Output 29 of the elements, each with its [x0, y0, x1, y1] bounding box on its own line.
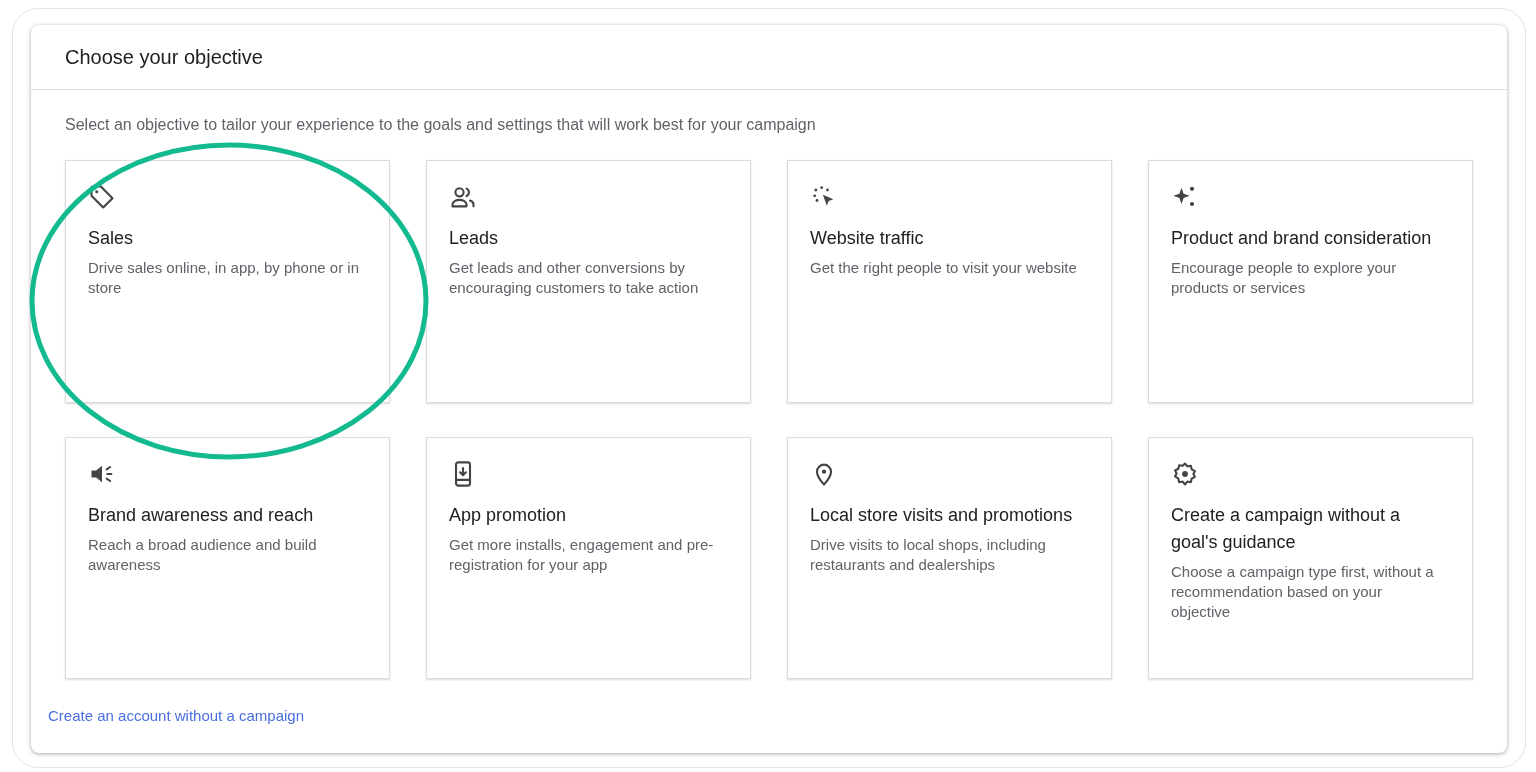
objective-title: Local store visits and promotions — [810, 504, 1074, 527]
objective-title: Website traffic — [810, 227, 925, 250]
objective-description: Drive sales online, in app, by phone or in store — [88, 258, 360, 298]
objective-card[interactable]: Leads Get leads and other conversions by encouraging customers to take action — [426, 160, 751, 403]
objective-description: Get the right people to visit your website — [810, 258, 1078, 278]
gear-icon — [1171, 460, 1199, 488]
panel-subtitle: Select an objective to tailor your experience to the goals and settings that will work best for your campaign — [65, 116, 817, 134]
objective-title: Brand awareness and reach — [88, 504, 315, 527]
objective-description: Get more installs, engagement and pre-registration for your app — [449, 535, 715, 575]
tag-icon — [88, 183, 116, 211]
panel-title: Choose your objective — [65, 45, 263, 69]
objective-card[interactable]: Brand awareness and reach Reach a broad audience and build awareness — [65, 437, 390, 679]
objective-description: Reach a broad audience and build awareness — [88, 535, 318, 575]
create-account-link[interactable]: Create an account without a campaign — [48, 707, 304, 724]
objective-card[interactable]: Product and brand consideration Encourage people to explore your products or services — [1148, 160, 1473, 403]
objective-card[interactable]: Website traffic Get the right people to visit your website — [787, 160, 1112, 403]
objective-title: Sales — [88, 227, 135, 250]
objective-card[interactable]: Sales Drive sales online, in app, by phone or in store — [65, 160, 390, 403]
objective-title: Product and brand consideration — [1171, 227, 1433, 250]
objective-title: Leads — [449, 227, 500, 250]
objective-description: Encourage people to explore your products or services — [1171, 258, 1398, 298]
objective-description: Choose a campaign type first, without a recommendation based on your objective — [1171, 562, 1435, 622]
objective-card[interactable]: App promotion Get more installs, engagement and pre-registration for your app — [426, 437, 751, 679]
objective-title: App promotion — [449, 504, 568, 527]
objective-description: Drive visits to local shops, including restaurants and dealerships — [810, 535, 1047, 575]
objective-description: Get leads and other conversions by encouraging customers to take action — [449, 258, 700, 298]
objective-card[interactable]: Create a campaign without a goal's guidance Choose a campaign type first, without a recommendation based on your objective — [1148, 437, 1473, 679]
objective-card[interactable]: Local store visits and promotions Drive visits to local shops, including restaurants and dealerships — [787, 437, 1112, 679]
objective-title: Create a campaign without a goal's guidance — [1171, 504, 1402, 554]
